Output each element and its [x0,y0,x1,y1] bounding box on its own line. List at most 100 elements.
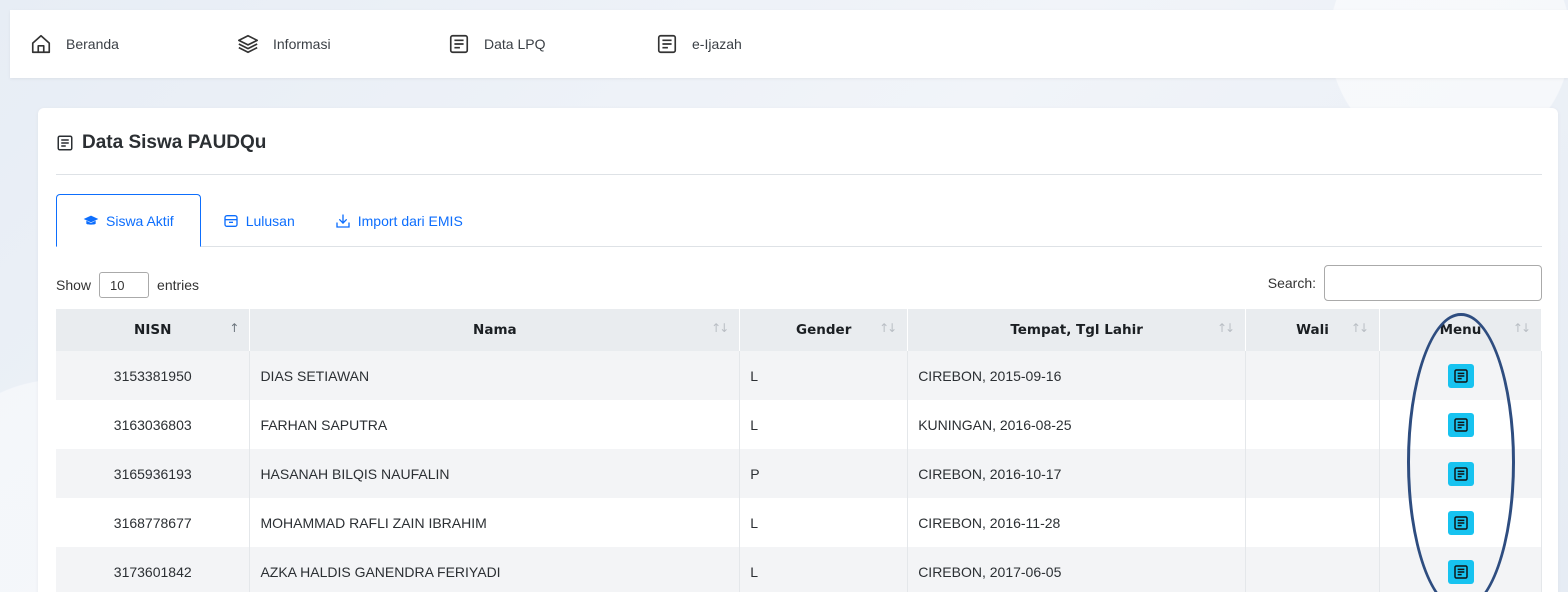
cell-menu [1379,547,1542,592]
column-header-menu[interactable]: Menu ↑↓ [1379,309,1542,351]
row-menu-button[interactable] [1447,461,1474,486]
cell-nama: FARHAN SAPUTRA [249,400,741,449]
table-row: 3168778677 MOHAMMAD RAFLI ZAIN IBRAHIM L… [56,498,1542,547]
cell-gender: L [739,498,909,547]
table-row: 3165936193 HASANAH BILQIS NAUFALIN P CIR… [56,449,1542,498]
nav-item-informasi[interactable]: Informasi [237,33,448,55]
table-row: 3173601842 AZKA HALDIS GANENDRA FERIYADI… [56,547,1542,592]
tab-siswa-aktif[interactable]: Siswa Aktif [56,194,201,247]
graduation-cap-icon [83,215,99,225]
data-siswa-card: Data Siswa PAUDQu Siswa Aktif Lulusan Im… [38,108,1558,592]
cell-gender: L [739,400,909,449]
search-control: Search: [1268,265,1542,301]
tab-lulusan[interactable]: Lulusan [201,194,315,247]
layers-icon [238,34,258,54]
row-menu-button[interactable] [1447,559,1474,584]
sort-icon: ↑↓ [711,321,729,335]
archive-icon [224,214,238,227]
cell-wali [1245,400,1381,449]
row-menu-button[interactable] [1447,363,1474,388]
cell-wali [1245,498,1381,547]
top-navbar: Beranda Informasi Data LPQ e-Ijazah [10,10,1568,78]
column-header-gender[interactable]: Gender ↑↓ [739,309,909,351]
column-header-nama[interactable]: Nama ↑↓ [249,309,741,351]
cell-wali [1245,547,1381,592]
cell-nisn: 3168778677 [56,498,251,547]
cell-nisn: 3163036803 [56,400,251,449]
cell-gender: L [739,547,909,592]
nav-label: Data LPQ [484,36,546,52]
page-title: Data Siswa PAUDQu [56,132,266,154]
nav-label: Informasi [273,36,331,52]
page-title-text: Data Siswa PAUDQu [82,132,267,153]
nav-label: Beranda [66,36,119,52]
document-icon [449,34,469,54]
entries-select[interactable]: 10 [99,272,150,298]
column-label: Menu [1439,322,1482,338]
cell-lahir: CIREBON, 2017-06-05 [907,547,1247,592]
cell-menu [1379,449,1542,498]
tab-label: Import dari EMIS [357,212,463,229]
column-label: Wali [1296,322,1329,338]
cell-gender: L [739,351,909,400]
cell-lahir: KUNINGAN, 2016-08-25 [907,400,1247,449]
sort-icon: ↑↓ [879,321,897,335]
column-header-nisn[interactable]: NISN ↑ [56,309,251,351]
nav-item-data-lpq[interactable]: Data LPQ [448,33,656,55]
search-input[interactable] [1324,265,1542,301]
tab-label: Lulusan [245,212,295,229]
column-header-tempat-tgl-lahir[interactable]: Tempat, Tgl Lahir ↑↓ [907,309,1247,351]
cell-nama: AZKA HALDIS GANENDRA FERIYADI [249,547,741,592]
cell-nisn: 3165936193 [56,449,251,498]
column-label: NISN [134,322,172,338]
document-icon [1453,515,1468,530]
show-label: Show [56,277,92,293]
nav-item-beranda[interactable]: Beranda [30,33,237,55]
column-label: Tempat, Tgl Lahir [1010,322,1143,338]
sort-icon: ↑↓ [1512,321,1531,335]
cell-nisn: 3173601842 [56,547,251,592]
column-header-wali[interactable]: Wali ↑↓ [1245,309,1381,351]
cell-nisn: 3153381950 [56,351,251,400]
cell-wali [1245,351,1381,400]
entries-label: entries [157,277,200,293]
column-label: Nama [473,322,517,338]
document-icon [1453,417,1468,432]
cell-lahir: CIREBON, 2016-10-17 [907,449,1247,498]
nav-item-e-ijazah[interactable]: e-Ijazah [656,33,742,55]
siswa-table: NISN ↑ Nama ↑↓ Gender ↑↓ Tempat, Tgl Lahir ↑… [56,309,1542,592]
tab-bar: Siswa Aktif Lulusan Import dari EMIS [56,194,1542,247]
sort-icon: ↑↓ [1350,321,1369,335]
tab-import-emis[interactable]: Import dari EMIS [315,194,483,247]
cell-menu [1379,351,1542,400]
search-label: Search: [1267,275,1316,291]
document-icon [1453,564,1468,579]
table-header-row: NISN ↑ Nama ↑↓ Gender ↑↓ Tempat, Tgl Lahir ↑… [56,309,1542,351]
download-icon [336,213,350,228]
column-label: Gender [796,322,852,338]
document-icon [1453,466,1468,481]
home-icon [31,34,51,54]
document-icon [657,34,677,54]
cell-nama: DIAS SETIAWAN [249,351,741,400]
entries-value: 10 [110,277,125,293]
document-icon [1453,368,1468,383]
cell-nama: MOHAMMAD RAFLI ZAIN IBRAHIM [249,498,741,547]
document-icon [57,135,73,151]
row-menu-button[interactable] [1447,510,1474,535]
table-row: 3163036803 FARHAN SAPUTRA L KUNINGAN, 20… [56,400,1542,449]
cell-lahir: CIREBON, 2015-09-16 [907,351,1247,400]
cell-gender: P [739,449,909,498]
tab-label: Siswa Aktif [106,212,174,229]
row-menu-button[interactable] [1447,412,1474,437]
cell-nama: HASANAH BILQIS NAUFALIN [249,449,741,498]
sort-icon: ↑↓ [1216,321,1235,335]
nav-label: e-Ijazah [692,36,742,52]
cell-lahir: CIREBON, 2016-11-28 [907,498,1247,547]
sort-asc-icon: ↑ [229,321,239,335]
show-entries-control: Show 10 entries [56,272,199,298]
cell-wali [1245,449,1381,498]
table-row: 3153381950 DIAS SETIAWAN L CIREBON, 2015… [56,351,1542,400]
cell-menu [1379,498,1542,547]
cell-menu [1379,400,1542,449]
